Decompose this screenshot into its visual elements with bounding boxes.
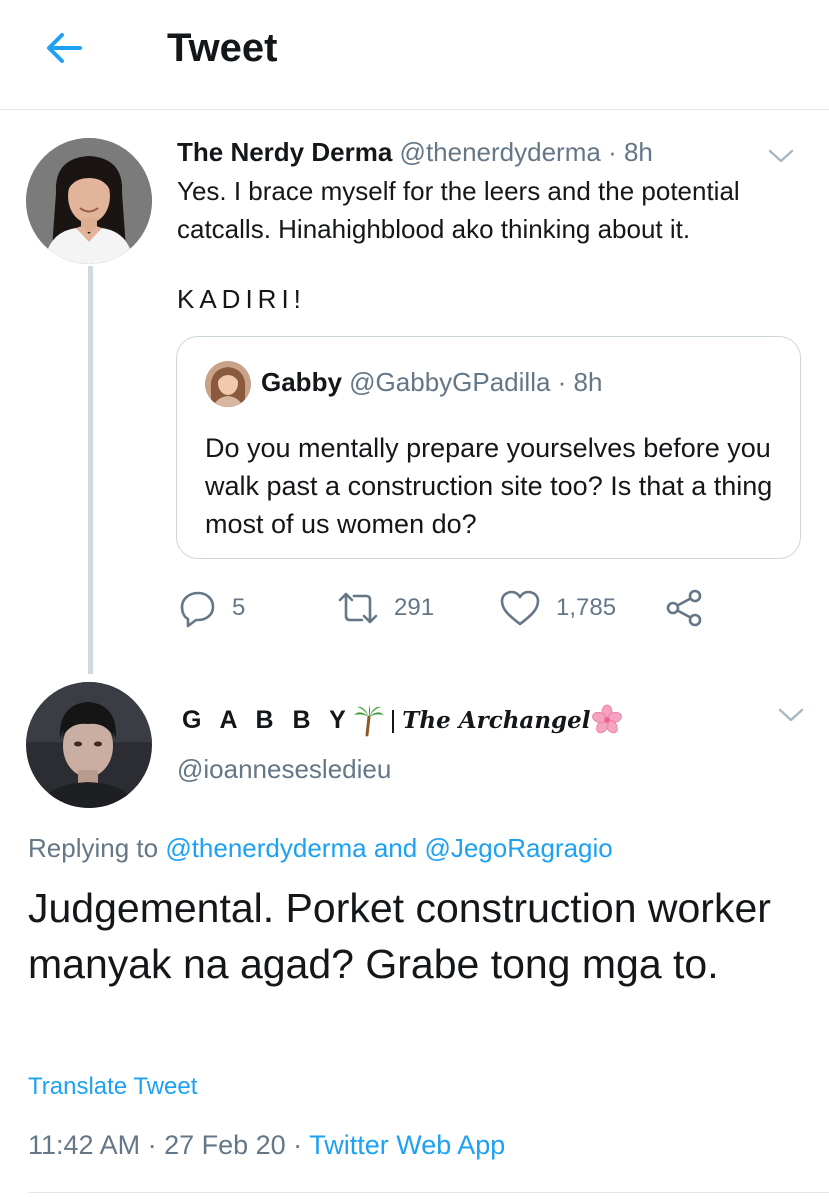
retweet-icon — [338, 592, 378, 624]
author-handle[interactable]: @thenerdyderma — [400, 137, 601, 167]
avatar-ioannesesledieu[interactable] — [26, 682, 152, 808]
author-name[interactable]: The Nerdy Derma — [177, 137, 392, 167]
quoted-tweet-text: Do you mentally prepare yourselves befor… — [205, 433, 773, 539]
chevron-down-icon[interactable] — [776, 705, 806, 725]
quoted-author-name: Gabby — [261, 367, 342, 397]
translate-tweet-link[interactable]: Translate Tweet — [28, 1073, 197, 1101]
avatar-gabbygpadilla — [205, 361, 251, 407]
reply-author-handle[interactable]: @ioannesesledieu — [177, 754, 391, 785]
mention-link[interactable]: @thenerdyderma — [165, 833, 366, 863]
tweet-text: Yes. I brace myself for the leers and th… — [177, 176, 747, 244]
page-title: Tweet — [167, 26, 278, 70]
tweet-time: 11:42 AM — [28, 1130, 141, 1160]
back-arrow-icon[interactable] — [40, 26, 88, 70]
retweet-count: 291 — [394, 594, 435, 621]
quoted-tweet-time: · 8h — [557, 367, 603, 397]
palm-tree-icon — [353, 705, 384, 737]
main-tweet-text: Judgemental. Porket construction worker … — [28, 885, 771, 987]
tweet-date: · 27 Feb 20 · — [147, 1130, 303, 1160]
tweet-timestamp: 11:42 AM · 27 Feb 20 · Twitter Web App — [28, 1130, 505, 1161]
mention-conjunction[interactable]: and — [374, 833, 417, 863]
reply-count: 5 — [232, 594, 246, 621]
like-button[interactable]: 1,785 — [498, 585, 616, 631]
tweet-time: · 8h — [608, 137, 653, 167]
reply-author-name-part2: The Archangel — [402, 706, 591, 734]
tweet-author-line: The Nerdy Derma @thenerdyderma · 8h — [177, 137, 653, 168]
share-icon[interactable] — [664, 587, 706, 629]
thread-connector-line — [88, 266, 93, 674]
reply-icon — [180, 591, 215, 628]
reply-button[interactable]: 5 — [178, 585, 245, 631]
reply-author-name-part1: G A B B Y — [182, 705, 352, 734]
chevron-down-icon[interactable] — [766, 146, 796, 166]
quoted-tweet-card[interactable]: Gabby @GabbyGPadilla · 8h Do you mentall… — [176, 336, 801, 559]
reply-author-name[interactable]: G A B B Y | The Archangel — [182, 700, 623, 740]
heart-icon — [500, 590, 540, 626]
quoted-author-handle: @GabbyGPadilla — [349, 367, 551, 397]
reply-author-name-separator: | — [389, 705, 397, 734]
divider — [28, 1192, 829, 1193]
replying-to-line: Replying to @thenerdyderma and @JegoRagr… — [28, 833, 613, 864]
avatar-thenerdyderma[interactable] — [26, 138, 152, 264]
like-count: 1,785 — [556, 594, 617, 621]
tweet-source-app[interactable]: Twitter Web App — [309, 1130, 505, 1160]
cherry-blossom-icon — [591, 704, 622, 734]
mention-link[interactable]: @JegoRagragio — [424, 833, 612, 863]
quoted-author-line: Gabby @GabbyGPadilla · 8h — [261, 367, 602, 398]
top-bar: Tweet — [0, 0, 829, 110]
retweet-button[interactable]: 291 — [336, 585, 434, 631]
tweet-action-bar: 5 291 1,785 — [176, 585, 736, 631]
replying-to-label: Replying to — [28, 833, 159, 863]
tweet-text-line-2: KADIRI! — [177, 284, 306, 314]
